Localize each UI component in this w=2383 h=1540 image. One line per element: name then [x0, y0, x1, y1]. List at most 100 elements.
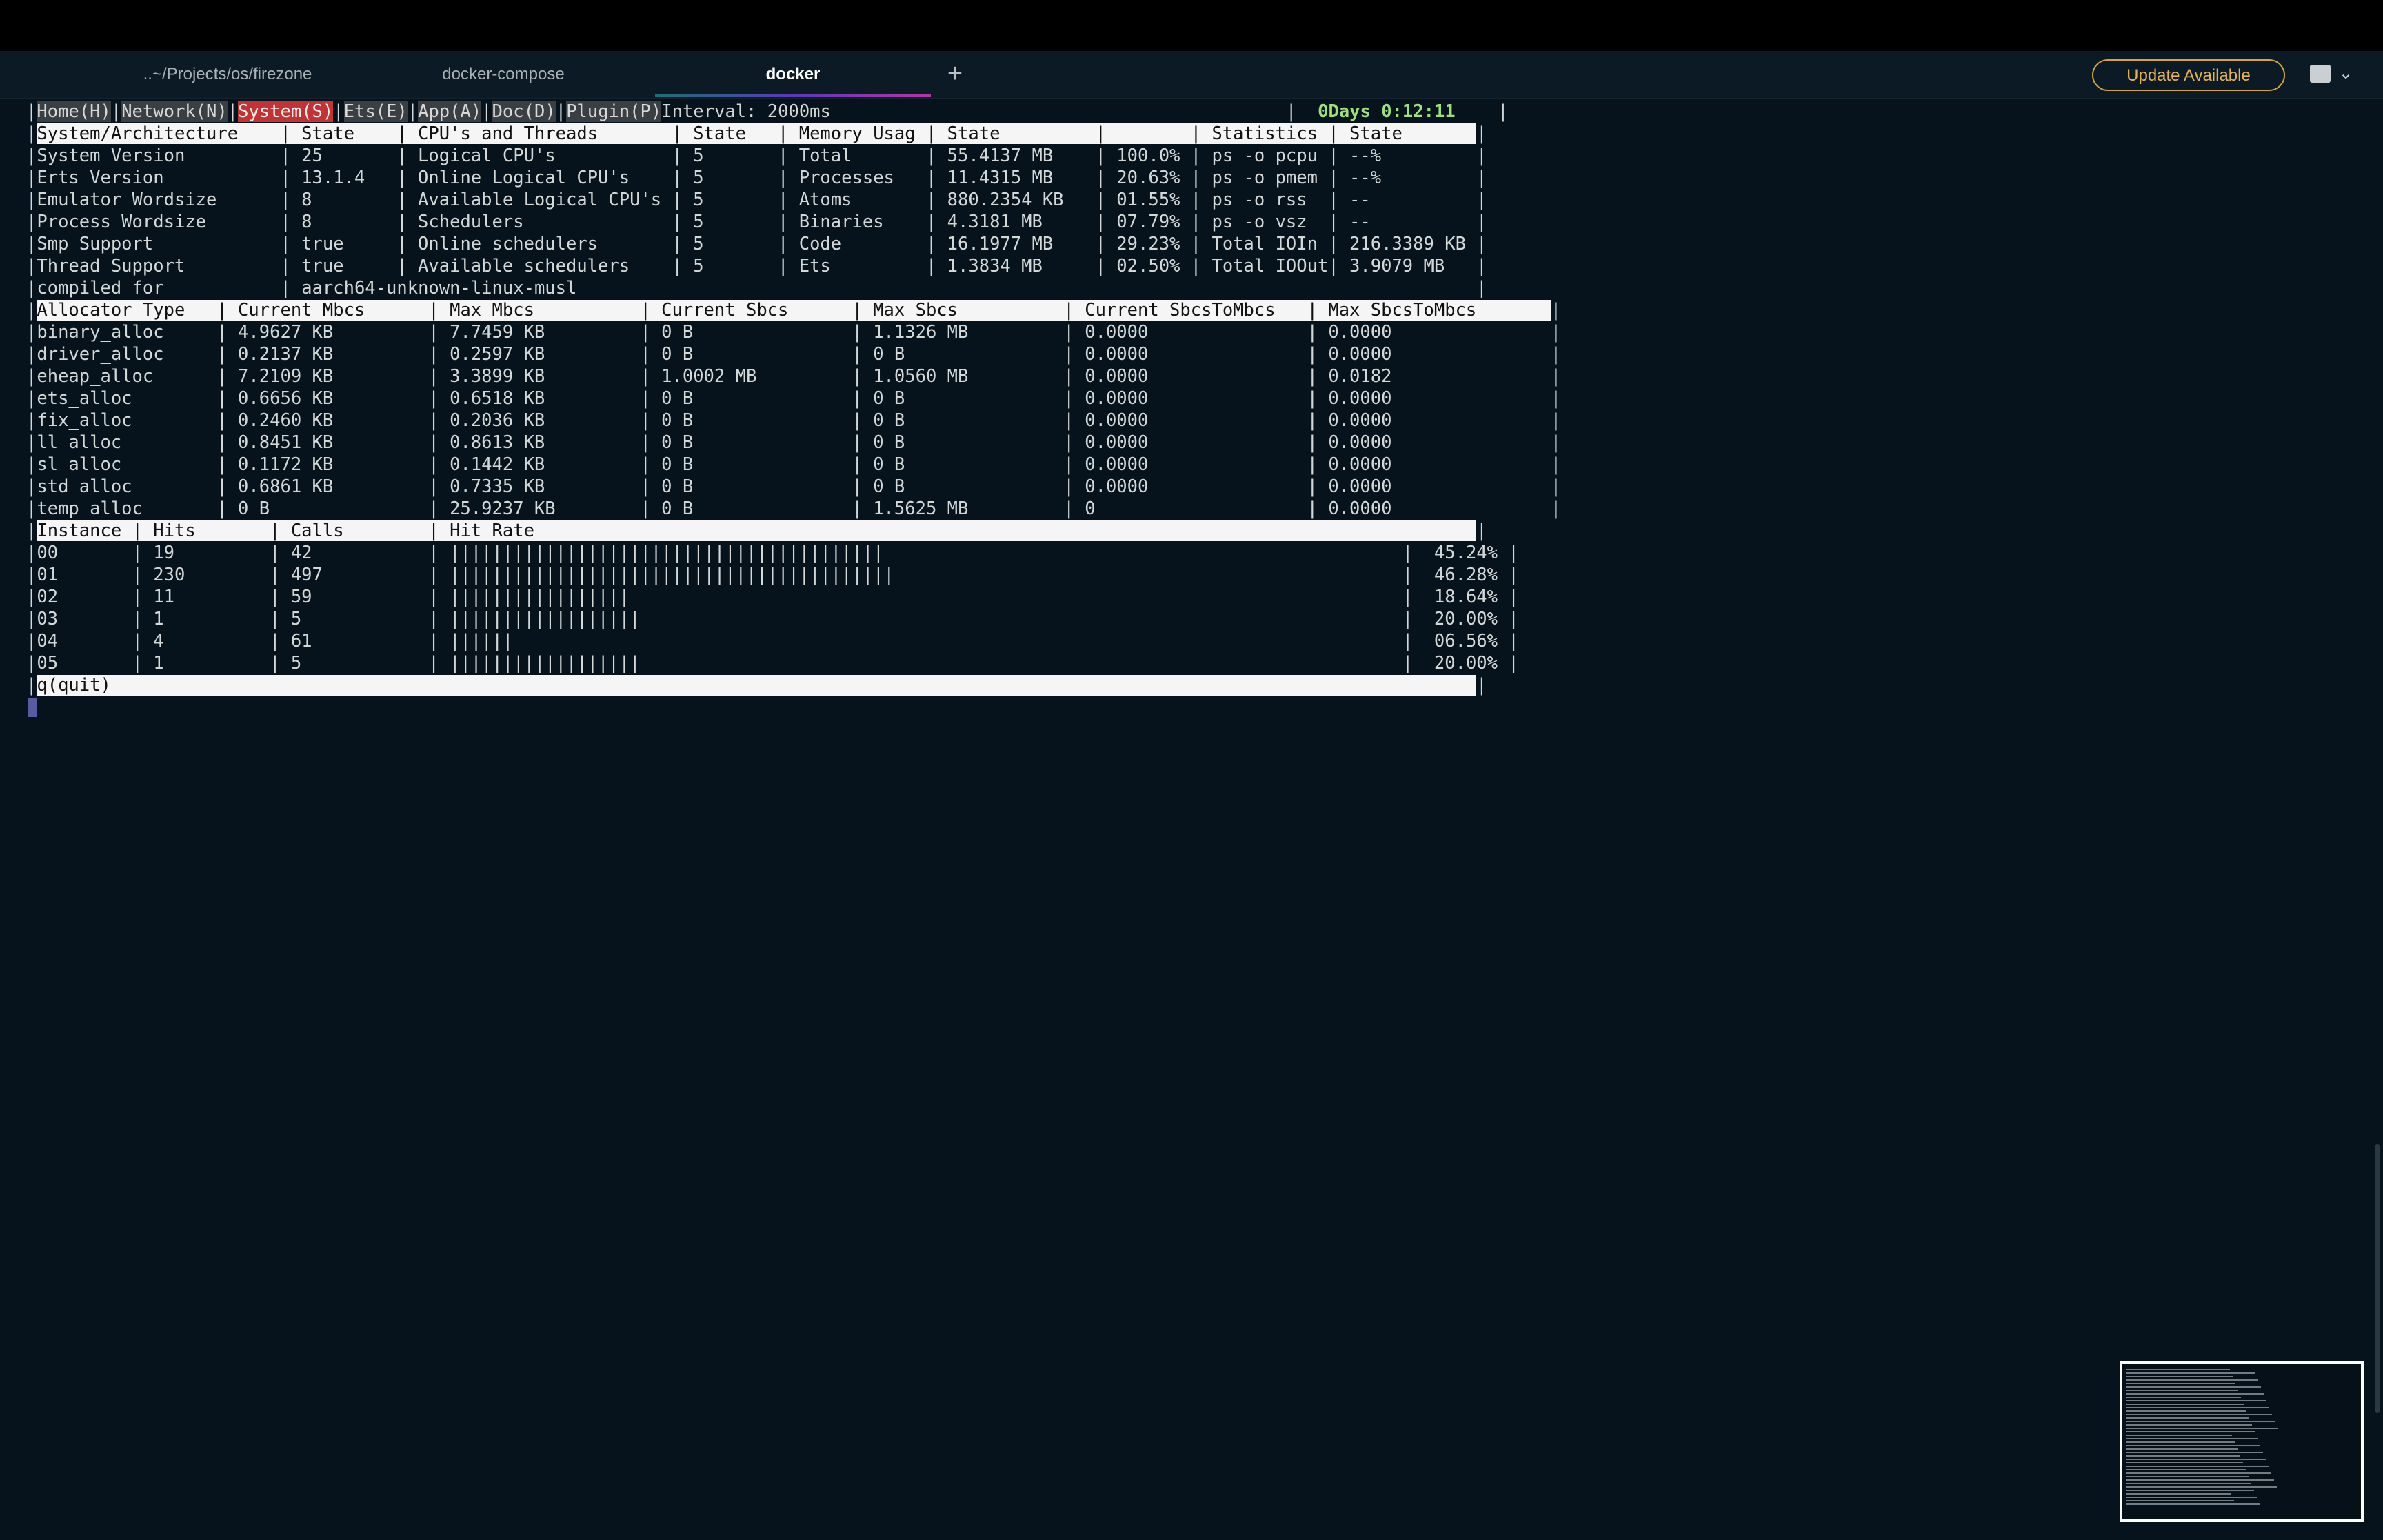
hit-count: | 19: [132, 543, 270, 563]
border: |: [1476, 168, 1487, 188]
system-row: |System Version | 25 | Logical CPU's | 5…: [26, 145, 1578, 167]
nav-item-app[interactable]: App(A): [418, 101, 482, 122]
border: |: [1508, 587, 1519, 607]
border: |: [1550, 344, 1562, 365]
allocator-row: |binary_alloc | 4.9627 KB | 7.7459 KB | …: [26, 321, 1578, 343]
observer-cli-terminal[interactable]: |Home(H)|Network(N)|System(S)|Ets(E)|App…: [26, 101, 1578, 721]
thumbnail-line: [2126, 1448, 2238, 1450]
border: |: [26, 322, 37, 343]
allocator-table-header-content: Allocator Type | Current Mbcs | Max Mbcs…: [37, 300, 1551, 321]
nav-item-ets[interactable]: Ets(E): [343, 101, 408, 122]
hit-instance: 01: [37, 565, 132, 585]
border: |: [333, 101, 344, 122]
allocator-row: |ets_alloc | 0.6656 KB | 0.6518 KB | 0 B…: [26, 387, 1578, 409]
border: |: [555, 101, 567, 122]
call-count: | 5: [270, 609, 429, 629]
tab-docker[interactable]: docker: [655, 51, 931, 98]
border: |: [26, 388, 37, 409]
window-titlebar: [0, 0, 2383, 51]
thumbnail-line: [2126, 1479, 2274, 1481]
hit-count: | 1: [132, 609, 270, 629]
hit-count: | 4: [132, 631, 270, 651]
thumbnail-line: [2126, 1500, 2234, 1501]
thumbnail-line: [2126, 1493, 2231, 1495]
thumbnail-line: [2126, 1466, 2269, 1467]
border: |: [26, 498, 37, 519]
session-thumbnail-preview[interactable]: [2120, 1361, 2364, 1522]
thumbnail-line: [2126, 1386, 2261, 1388]
compiled-for-label: compiled for: [37, 278, 281, 298]
hit-instance: 03: [37, 609, 132, 629]
hit-rate-bar: | |||||||||||||||||: [428, 587, 1402, 607]
thumbnail-line: [2126, 1397, 2241, 1398]
tab-docker-compose[interactable]: docker-compose: [365, 51, 641, 98]
border: |: [26, 212, 37, 232]
thumbnail-line: [2126, 1390, 2238, 1391]
hit-rate-value: | 45.24%: [1402, 543, 1509, 563]
update-available-button[interactable]: Update Available: [2092, 59, 2285, 91]
hit-instance: 02: [37, 587, 132, 607]
thumbnail-line: [2126, 1383, 2235, 1384]
thumbnail-line: [2126, 1459, 2266, 1460]
border: |: [1455, 101, 1509, 122]
border: |: [26, 168, 37, 188]
new-tab-plus-icon[interactable]: +: [945, 58, 965, 90]
nav-item-home[interactable]: Home(H): [37, 101, 111, 122]
allocator-table-header: |Allocator Type | Current Mbcs | Max Mbc…: [26, 299, 1578, 321]
hit-rate-bar: | ||||||||||||||||||: [428, 653, 1402, 673]
border: |: [1550, 300, 1562, 321]
thumbnail-line: [2126, 1400, 2266, 1401]
thumbnail-line: [2126, 1469, 2246, 1470]
nav-item-doc[interactable]: Doc(D): [492, 101, 556, 122]
border: |: [26, 278, 37, 298]
hit-rate-value: | 06.56%: [1402, 631, 1509, 651]
allocator-row-content: temp_alloc | 0 B | 25.9237 KB | 0 B | 1.…: [37, 498, 1551, 519]
border: |: [1550, 410, 1562, 431]
allocator-row: |sl_alloc | 0.1172 KB | 0.1442 KB | 0 B …: [26, 454, 1578, 476]
tab-bar: ..~/Projects/os/firezone docker-compose …: [0, 51, 2383, 99]
border: |: [26, 675, 37, 696]
thumbnail-line: [2126, 1486, 2277, 1488]
hit-rate-row: |03 | 1 | 5 | |||||||||||||||||| | 20.00…: [26, 608, 1578, 630]
thumbnail-line: [2126, 1404, 2244, 1405]
border: |: [26, 145, 37, 166]
terminal-scrollbar[interactable]: [2375, 1144, 2380, 1413]
border: |: [26, 344, 37, 365]
active-tab-indicator: [655, 94, 931, 97]
thumbnail-line: [2126, 1445, 2260, 1446]
thumbnail-line: [2126, 1407, 2269, 1408]
thumbnail-line: [2126, 1462, 2243, 1463]
thumbnail-line: [2126, 1435, 2232, 1436]
allocator-row-content: eheap_alloc | 7.2109 KB | 3.3899 KB | 1.…: [37, 366, 1551, 387]
border: |: [26, 609, 37, 629]
border: |: [1476, 256, 1487, 276]
border: |: [1476, 278, 1487, 298]
border: |: [1508, 543, 1519, 563]
border: |: [1508, 565, 1519, 585]
tab-firezone[interactable]: ..~/Projects/os/firezone: [90, 51, 365, 98]
system-row-content: Emulator Wordsize | 8 | Available Logica…: [37, 190, 1477, 210]
allocator-row-content: ll_alloc | 0.8451 KB | 0.8613 KB | 0 B |…: [37, 432, 1551, 453]
hit-instance: 04: [37, 631, 132, 651]
quit-hint[interactable]: q(quit): [37, 675, 1477, 696]
border: |: [26, 520, 37, 541]
thumbnail-line: [2126, 1472, 2271, 1474]
allocator-row-content: fix_alloc | 0.2460 KB | 0.2036 KB | 0 B …: [37, 410, 1551, 431]
call-count: | 42: [270, 543, 429, 563]
footer-row: |q(quit) |: [26, 674, 1578, 696]
nav-item-network[interactable]: Network(N): [121, 101, 228, 122]
terminal-cursor: [28, 698, 37, 717]
border: |: [26, 410, 37, 431]
call-count: | 59: [270, 587, 429, 607]
border: |: [1550, 366, 1562, 387]
border: |: [1550, 498, 1562, 519]
hit-rate-row: |01 | 230 | 497 | ||||||||||||||||||||||…: [26, 564, 1578, 586]
allocator-row-content: ets_alloc | 0.6656 KB | 0.6518 KB | 0 B …: [37, 388, 1551, 409]
window-stack-icon: [2310, 65, 2331, 83]
nav-item-system[interactable]: System(S): [238, 101, 334, 122]
nav-item-plugin[interactable]: Plugin(P): [566, 101, 662, 122]
window-menu-button[interactable]: ⌄: [2306, 63, 2354, 87]
system-row: |Process Wordsize | 8 | Schedulers | 5 |…: [26, 211, 1578, 233]
call-count: | 497: [270, 565, 429, 585]
hit-instance: 00: [37, 543, 132, 563]
